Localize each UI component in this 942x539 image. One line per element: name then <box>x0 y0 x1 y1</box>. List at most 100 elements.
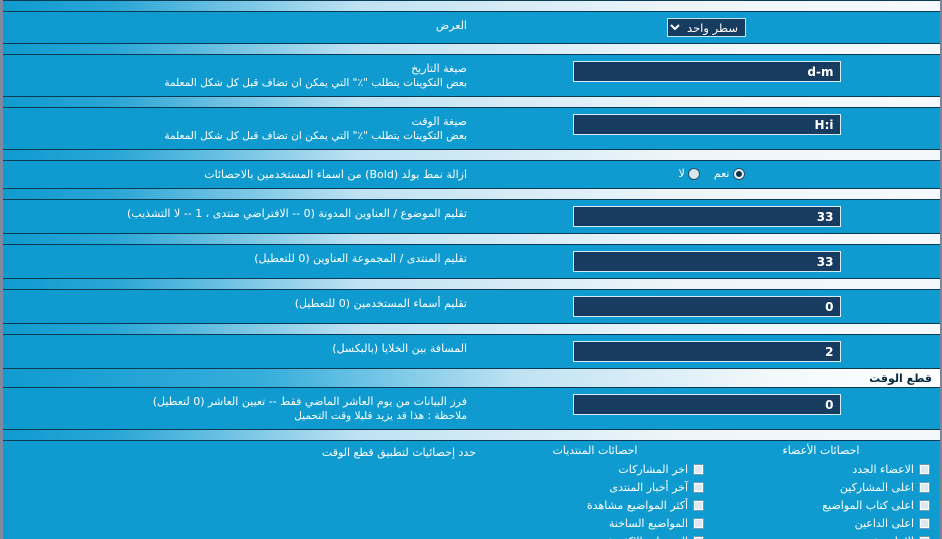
setting-row-display: سطر واحد العرض <box>3 12 940 43</box>
checkbox-icon[interactable] <box>919 535 930 539</box>
divider-6 <box>3 278 940 290</box>
remove-bold-label: ازالة نمط بولد (Bold) من اسماء المستخدمي… <box>204 168 467 181</box>
divider-4 <box>3 188 940 200</box>
remove-bold-no-label: لا <box>678 167 685 180</box>
checkbox-icon[interactable] <box>919 517 930 529</box>
trim-forum-titles-label-cell: تقليم المنتدى / المجموعة العناوين (0 للت… <box>3 249 473 268</box>
date-format-sublabel: بعض التكوينات يتطلب "٪" التي يمكن ان تضا… <box>164 77 467 89</box>
display-field-cell: سطر واحد <box>473 16 940 39</box>
checkbox-icon[interactable] <box>693 535 704 539</box>
section-header-time-cut: قطع الوقت <box>3 368 940 388</box>
display-mode-select[interactable]: سطر واحد <box>667 18 746 37</box>
stat-checkbox-row[interactable]: الاعضاء الجدد <box>712 460 930 478</box>
stat-checkbox-label: أكثر المواضيع مشاهدة <box>586 498 688 512</box>
time-cut-label-cell: فرز البيانات من يوم العاشر الماضي فقط --… <box>3 392 473 425</box>
cellspacing-input[interactable] <box>572 341 841 362</box>
time-format-input[interactable] <box>572 114 841 135</box>
stats-column-forums: احصائات المنتديات اخر المشاركات آخر أخبا… <box>482 444 708 539</box>
divider-1 <box>3 43 940 55</box>
stats-columns: احصائات الأعضاء الاعضاء الجدد اعلى المشا… <box>482 444 940 539</box>
setting-row-date-format: صيغة التاريخ بعض التكوينات يتطلب "٪" الت… <box>3 55 940 96</box>
trim-forum-titles-label: تقليم المنتدى / المجموعة العناوين (0 للت… <box>254 252 467 265</box>
trim-thread-titles-label-cell: تقليم الموضوع / العناوين المدونة (0 -- ا… <box>3 204 473 223</box>
divider-2 <box>3 96 940 108</box>
trim-forum-titles-field-cell <box>473 249 940 274</box>
time-format-field-cell <box>473 112 940 137</box>
stat-checkbox-row[interactable]: اعلى كتاب المواضيع <box>712 496 930 514</box>
setting-row-cellspacing: المسافة بين الخلايا (بالبكسل) <box>3 335 940 368</box>
stat-checkbox-label: الاعلى تقييم <box>859 535 914 539</box>
time-format-label-cell: صيغة الوقت بعض التكوينات يتطلب "٪" التي … <box>3 112 473 145</box>
stat-checkbox-row[interactable]: آخر أخبار المنتدى <box>486 478 704 496</box>
divider-8 <box>3 429 940 441</box>
cellspacing-label-cell: المسافة بين الخلايا (بالبكسل) <box>3 339 473 358</box>
setting-row-remove-bold: نعم لا ازالة نمط بولد (Bold) من اسماء ال… <box>3 161 940 188</box>
trim-thread-titles-field-cell <box>473 204 940 229</box>
divider-5 <box>3 233 940 245</box>
trim-usernames-label: تقليم أسماء المستخدمين (0 للتعطيل) <box>294 297 467 310</box>
date-format-input[interactable] <box>572 61 841 82</box>
remove-bold-field-cell: نعم لا <box>473 165 940 182</box>
time-cut-sublabel: ملاحظة : هذا قد يزيد قليلا وقت التحميل <box>294 410 467 422</box>
time-cut-input[interactable] <box>572 394 841 415</box>
remove-bold-radio-group[interactable]: نعم لا <box>669 167 745 180</box>
date-format-label-cell: صيغة التاريخ بعض التكوينات يتطلب "٪" الت… <box>3 59 473 92</box>
setting-row-time-cut: فرز البيانات من يوم العاشر الماضي فقط --… <box>3 388 940 429</box>
stats-selection-section: احصائات الأعضاء الاعضاء الجدد اعلى المشا… <box>3 441 940 539</box>
stat-checkbox-label: اعلى الداعين <box>854 516 914 530</box>
setting-row-trim-thread-titles: تقليم الموضوع / العناوين المدونة (0 -- ا… <box>3 200 940 233</box>
stats-column-members: احصائات الأعضاء الاعضاء الجدد اعلى المشا… <box>708 444 934 539</box>
stat-checkbox-label: اعلى المشاركين <box>839 480 914 494</box>
stat-checkbox-label: المنتديات الاكثر شعبية <box>588 535 688 539</box>
checkbox-icon[interactable] <box>919 463 930 475</box>
time-format-sublabel: بعض التكوينات يتطلب "٪" التي يمكن ان تضا… <box>164 130 467 142</box>
remove-bold-label-cell: ازالة نمط بولد (Bold) من اسماء المستخدمي… <box>3 165 473 184</box>
time-cut-label: فرز البيانات من يوم العاشر الماضي فقط --… <box>152 395 467 408</box>
checkbox-icon[interactable] <box>919 499 930 511</box>
divider-7 <box>3 323 940 335</box>
remove-bold-no-option[interactable]: لا <box>679 167 700 180</box>
display-label-cell: العرض <box>3 16 473 35</box>
trim-usernames-field-cell <box>473 294 940 319</box>
stat-checkbox-row[interactable]: اعلى المشاركين <box>712 478 930 496</box>
divider-top <box>3 0 940 12</box>
display-label: العرض <box>435 19 467 32</box>
stat-checkbox-row[interactable]: الاعلى تقييم <box>712 532 930 539</box>
trim-usernames-label-cell: تقليم أسماء المستخدمين (0 للتعطيل) <box>3 294 473 313</box>
trim-usernames-input[interactable] <box>572 296 841 317</box>
date-format-label: صيغة التاريخ <box>411 62 467 75</box>
trim-forum-titles-input[interactable] <box>572 251 841 272</box>
checkbox-icon[interactable] <box>693 517 704 529</box>
remove-bold-yes-label: نعم <box>713 167 730 180</box>
checkbox-icon[interactable] <box>693 481 704 493</box>
stats-label-cell: حدد إحصائيات لتطبيق قطع الوقت <box>3 444 482 539</box>
stat-checkbox-row[interactable]: اعلى الداعين <box>712 514 930 532</box>
stat-checkbox-label: اخر المشاركات <box>618 462 688 476</box>
setting-row-trim-usernames: تقليم أسماء المستخدمين (0 للتعطيل) <box>3 290 940 323</box>
stats-label: حدد إحصائيات لتطبيق قطع الوقت <box>321 446 476 459</box>
checkbox-icon[interactable] <box>919 481 930 493</box>
stat-checkbox-label: المواضيع الساخنة <box>608 516 688 530</box>
radio-no-icon[interactable] <box>687 167 700 180</box>
divider-3 <box>3 149 940 161</box>
stat-checkbox-label: الاعضاء الجدد <box>852 462 914 476</box>
cellspacing-label: المسافة بين الخلايا (بالبكسل) <box>332 342 467 355</box>
stat-checkbox-row[interactable]: أكثر المواضيع مشاهدة <box>486 496 704 514</box>
stat-checkbox-label: اعلى كتاب المواضيع <box>822 498 914 512</box>
trim-thread-titles-label: تقليم الموضوع / العناوين المدونة (0 -- ا… <box>127 207 467 220</box>
trim-thread-titles-input[interactable] <box>572 206 841 227</box>
checkbox-icon[interactable] <box>693 499 704 511</box>
time-format-label: صيغة الوقت <box>411 115 467 128</box>
setting-row-trim-forum-titles: تقليم المنتدى / المجموعة العناوين (0 للت… <box>3 245 940 278</box>
stat-checkbox-row[interactable]: اخر المشاركات <box>486 460 704 478</box>
stats-column-members-title: احصائات الأعضاء <box>782 444 860 457</box>
checkbox-icon[interactable] <box>693 463 704 475</box>
remove-bold-yes-option[interactable]: نعم <box>714 167 745 180</box>
stat-checkbox-row[interactable]: المواضيع الساخنة <box>486 514 704 532</box>
cellspacing-field-cell <box>473 339 940 364</box>
date-format-field-cell <box>473 59 940 84</box>
settings-page: سطر واحد العرض صيغة التاريخ بعض التكوينا… <box>0 0 942 539</box>
time-cut-field-cell <box>473 392 940 417</box>
radio-yes-icon[interactable] <box>732 167 745 180</box>
stat-checkbox-row[interactable]: المنتديات الاكثر شعبية <box>486 532 704 539</box>
